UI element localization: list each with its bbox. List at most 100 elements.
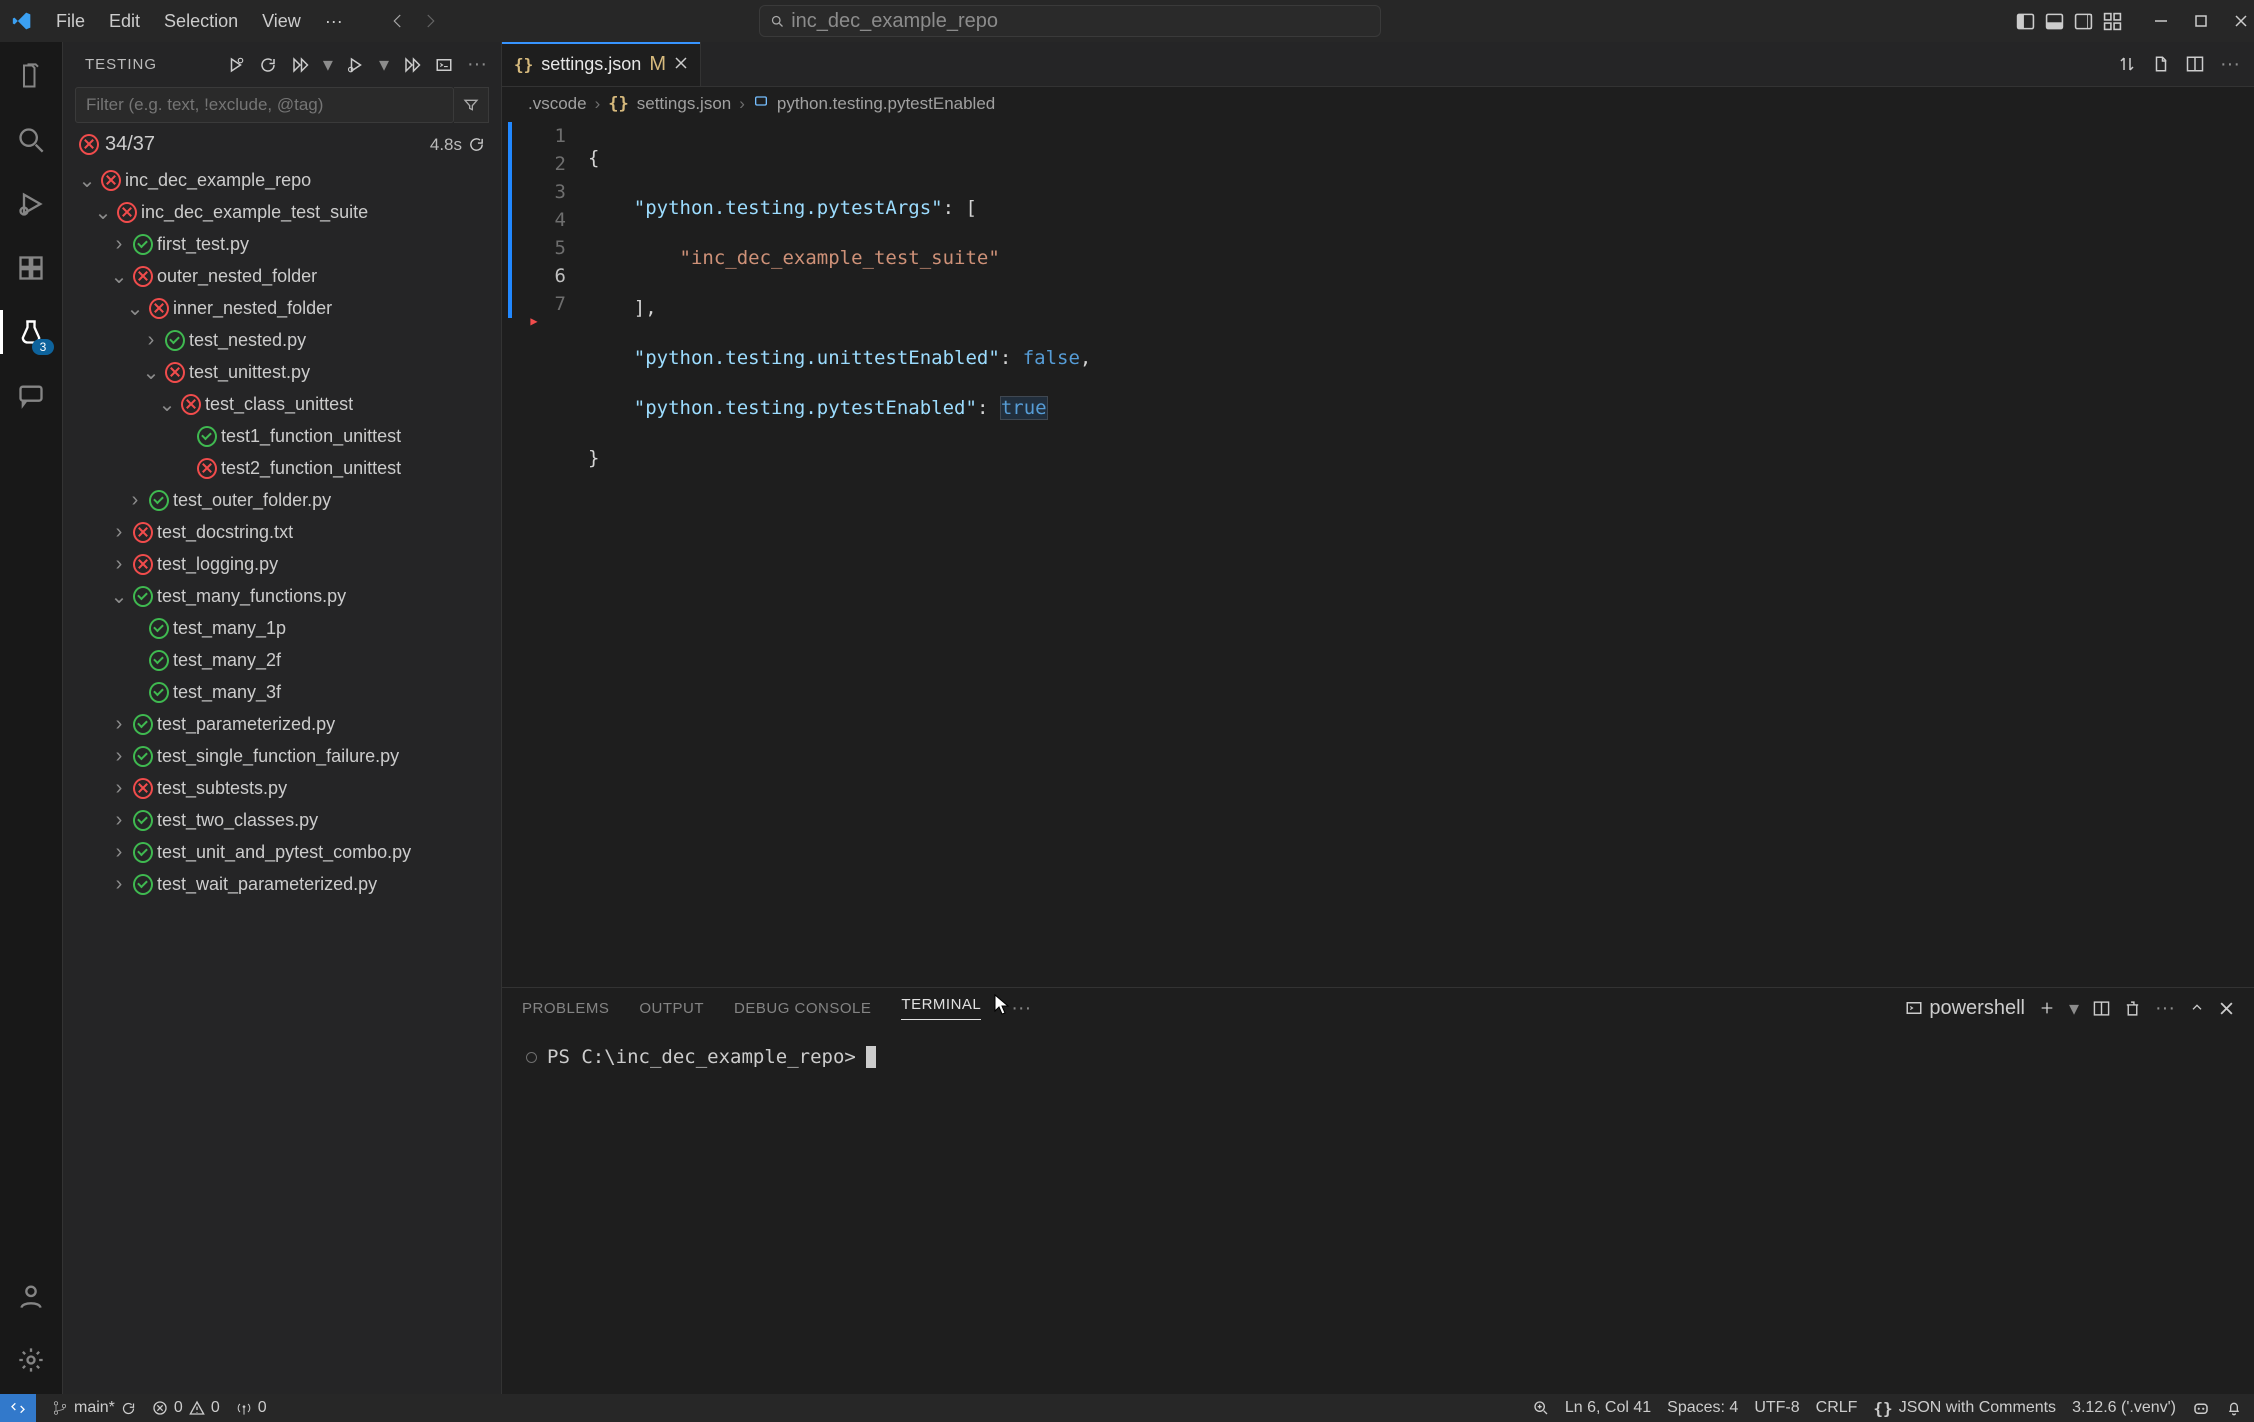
panel-maximize-icon[interactable]: [2189, 1000, 2205, 1016]
customize-layout-icon[interactable]: [2103, 12, 2122, 31]
command-center[interactable]: inc_dec_example_repo: [759, 5, 1381, 37]
activity-explorer-icon[interactable]: [11, 56, 51, 96]
tab-close-icon[interactable]: [674, 53, 688, 76]
menu-view[interactable]: View: [252, 7, 311, 36]
breadcrumb[interactable]: .vscode › {} settings.json › python.test…: [502, 87, 2254, 120]
status-python[interactable]: 3.12.6 ('.venv'): [2072, 1399, 2176, 1417]
testing-debug-icon[interactable]: [347, 56, 365, 74]
chevron-down-icon[interactable]: ⌄: [125, 296, 145, 321]
terminal-split-icon[interactable]: [2093, 1000, 2110, 1017]
chevron-down-icon[interactable]: ⌄: [109, 584, 129, 609]
breadcrumb-1[interactable]: settings.json: [637, 94, 732, 114]
activity-accounts-icon[interactable]: [11, 1276, 51, 1316]
chevron-down-icon[interactable]: ⌄: [157, 392, 177, 417]
panel-close-icon[interactable]: [2219, 1001, 2234, 1016]
code-area[interactable]: { "python.testing.pytestArgs": [ "inc_de…: [580, 120, 2134, 987]
editor-open-file-icon[interactable]: [2152, 53, 2170, 76]
chevron-right-icon[interactable]: ›: [125, 489, 145, 512]
menu-file[interactable]: File: [46, 7, 95, 36]
testing-history-icon[interactable]: [468, 136, 485, 153]
test-tree-item[interactable]: ›test_docstring.txt: [69, 516, 497, 548]
testing-chevdown-run-icon[interactable]: ▾: [323, 52, 333, 77]
terminal-more-icon[interactable]: ···: [2155, 997, 2175, 1020]
test-tree-item[interactable]: ⌄test_class_unittest: [69, 388, 497, 420]
test-tree-item[interactable]: ›test_wait_parameterized.py: [69, 868, 497, 900]
test-tree-item[interactable]: ⌄inner_nested_folder: [69, 292, 497, 324]
test-tree-item[interactable]: ›test_two_classes.py: [69, 804, 497, 836]
testing-refresh-icon[interactable]: [259, 56, 277, 74]
chevron-right-icon[interactable]: ›: [109, 553, 129, 576]
minimap[interactable]: [2134, 120, 2254, 987]
activity-extensions-icon[interactable]: [11, 248, 51, 288]
testing-filter-button-icon[interactable]: [454, 87, 489, 123]
editor-compare-icon[interactable]: [2118, 53, 2136, 76]
menu-selection[interactable]: Selection: [154, 7, 248, 36]
status-copilot-icon[interactable]: [2192, 1399, 2210, 1417]
status-eol[interactable]: CRLF: [1816, 1399, 1858, 1417]
status-zoom-icon[interactable]: [1533, 1400, 1549, 1416]
editor-split-icon[interactable]: [2186, 53, 2204, 76]
window-maximize-icon[interactable]: [2192, 12, 2210, 30]
test-tree-item[interactable]: ⌄test_unittest.py: [69, 356, 497, 388]
test-tree-item[interactable]: ›test_parameterized.py: [69, 708, 497, 740]
terminal-chevdown-icon[interactable]: ▾: [2069, 996, 2079, 1021]
test-tree[interactable]: ⌄inc_dec_example_repo⌄inc_dec_example_te…: [63, 162, 501, 1394]
nav-back-icon[interactable]: [389, 12, 407, 30]
test-tree-item[interactable]: test2_function_unittest: [69, 452, 497, 484]
nav-forward-icon[interactable]: [421, 12, 439, 30]
status-encoding[interactable]: UTF-8: [1754, 1399, 1799, 1417]
terminal-new-icon[interactable]: [2039, 1000, 2055, 1016]
menu-more-icon[interactable]: ···: [315, 7, 353, 36]
testing-chevdown-debug-icon[interactable]: ▾: [379, 52, 389, 77]
chevron-right-icon[interactable]: ›: [141, 329, 161, 352]
window-close-icon[interactable]: [2232, 12, 2250, 30]
chevron-down-icon[interactable]: ⌄: [109, 264, 129, 289]
terminal-shell-selector[interactable]: powershell: [1905, 997, 2025, 1020]
remote-indicator-icon[interactable]: [0, 1394, 36, 1422]
activity-settings-icon[interactable]: [11, 1340, 51, 1380]
chevron-right-icon[interactable]: ›: [109, 809, 129, 832]
status-bell-icon[interactable]: [2226, 1400, 2242, 1416]
testing-run-last-icon[interactable]: [227, 56, 245, 74]
chevron-right-icon[interactable]: ›: [109, 873, 129, 896]
status-language[interactable]: {} JSON with Comments: [1873, 1399, 2056, 1418]
activity-testing-icon[interactable]: 3: [11, 312, 51, 352]
chevron-right-icon[interactable]: ›: [109, 233, 129, 256]
status-ports[interactable]: 0: [236, 1399, 267, 1417]
test-tree-item[interactable]: ⌄test_many_functions.py: [69, 580, 497, 612]
chevron-right-icon[interactable]: ›: [109, 713, 129, 736]
panel-tab-debug-console[interactable]: DEBUG CONSOLE: [734, 1000, 871, 1017]
test-tree-item[interactable]: test1_function_unittest: [69, 420, 497, 452]
chevron-right-icon[interactable]: ›: [109, 841, 129, 864]
status-problems[interactable]: 0 0: [152, 1399, 220, 1417]
breadcrumb-2[interactable]: python.testing.pytestEnabled: [777, 94, 995, 114]
test-tree-item[interactable]: ›first_test.py: [69, 228, 497, 260]
chevron-down-icon[interactable]: ⌄: [77, 168, 97, 193]
panel-tab-output[interactable]: OUTPUT: [639, 1000, 704, 1017]
activity-run-debug-icon[interactable]: [11, 184, 51, 224]
testing-coverage-icon[interactable]: [403, 56, 421, 74]
editor-more-icon[interactable]: ···: [2220, 53, 2240, 76]
test-tree-item[interactable]: ›test_outer_folder.py: [69, 484, 497, 516]
status-cursor-position[interactable]: Ln 6, Col 41: [1565, 1399, 1651, 1417]
status-indentation[interactable]: Spaces: 4: [1667, 1399, 1738, 1417]
sync-icon[interactable]: [121, 1401, 136, 1416]
test-tree-item[interactable]: test_many_3f: [69, 676, 497, 708]
testing-filter-input[interactable]: [75, 87, 454, 123]
terminal-kill-icon[interactable]: [2124, 1000, 2141, 1017]
breadcrumb-0[interactable]: .vscode: [528, 94, 587, 114]
test-tree-item[interactable]: ›test_unit_and_pytest_combo.py: [69, 836, 497, 868]
layout-panel-icon[interactable]: [2045, 12, 2064, 31]
test-tree-item[interactable]: ⌄inc_dec_example_repo: [69, 164, 497, 196]
terminal-body[interactable]: PS C:\inc_dec_example_repo>: [502, 1028, 2254, 1394]
test-tree-item[interactable]: ⌄outer_nested_folder: [69, 260, 497, 292]
editor-body[interactable]: 1 2 3 4 5 6 7 ▶ { "python.testing.pytest…: [502, 120, 2254, 987]
chevron-down-icon[interactable]: ⌄: [141, 360, 161, 385]
test-tree-item[interactable]: ›test_nested.py: [69, 324, 497, 356]
tab-settings-json[interactable]: {} settings.json M: [502, 42, 701, 86]
activity-search-icon[interactable]: [11, 120, 51, 160]
test-tree-item[interactable]: ›test_logging.py: [69, 548, 497, 580]
chevron-right-icon[interactable]: ›: [109, 777, 129, 800]
testing-run-all-icon[interactable]: [291, 56, 309, 74]
panel-more-icon[interactable]: ···: [1011, 997, 1031, 1020]
